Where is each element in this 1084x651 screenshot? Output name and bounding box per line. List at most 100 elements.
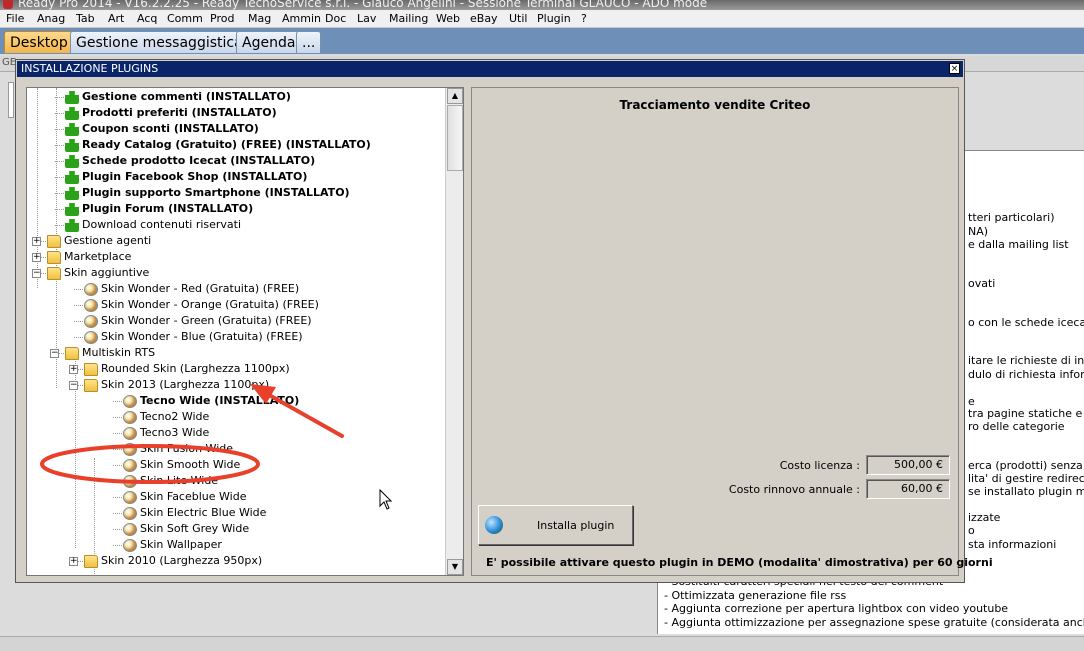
plugin-doc-icon [65,219,79,232]
license-cost-label: Costo licenza : [779,459,860,472]
menu-item-4[interactable]: Acq [137,12,157,25]
install-plugins-dialog: INSTALLAZIONE PLUGINS × Gestione comment… [15,59,993,583]
license-cost-field: 500,00 € [866,455,950,475]
collapse-icon[interactable]: − [50,349,59,358]
scroll-down-icon[interactable]: ▼ [447,559,463,575]
tree-connector [113,497,122,498]
menu-item-5[interactable]: Comm [167,12,203,25]
plugin-title: Tracciamento vendite Criteo [619,98,811,112]
tree-item-label: Skin Wonder - Green (Gratuita) (FREE) [101,314,312,327]
tree-item-label: Tecno2 Wide [140,410,210,423]
menu-item-12[interactable]: Web [436,12,460,25]
menu-item-3[interactable]: Art [108,12,124,25]
tree-item-label: Plugin Forum (INSTALLATO) [82,202,254,215]
changelog-line: - Aggiunta correzione per apertura light… [664,602,1009,615]
tree-connector [55,209,64,210]
tree-item-label: Gestione agenti [64,234,152,247]
tab-bar: Desktop Gestione messaggistica Agenda... [0,28,1084,54]
tab-0[interactable]: Desktop [4,31,74,53]
status-bar [0,636,1084,651]
menu-item-6[interactable]: Prod [210,12,234,25]
menu-item-10[interactable]: Lav [357,12,376,25]
tree-connector [55,113,64,114]
menu-item-2[interactable]: Tab [76,12,95,25]
scroll-thumb[interactable] [447,105,463,171]
window-titlebar: Ready Pro 2014 - V16.2.2.25 - Ready Tecn… [0,0,1084,10]
tree-item-label: Rounded Skin (Larghezza 1100px) [101,362,290,375]
folder-icon [47,267,61,280]
expand-icon[interactable]: + [32,253,41,262]
collapse-icon[interactable]: − [32,269,41,278]
expand-icon[interactable]: + [32,237,41,246]
renewal-cost-label: Costo rinnovo annuale : [728,483,860,496]
background-changelog-list: - Sostituiti caratteri speciali nel test… [657,574,1084,634]
tree-connector [113,465,122,466]
menu-item-0[interactable]: File [6,12,24,25]
changelog-line: - Ottimizzata generazione file rss [664,588,847,602]
folder-icon [47,251,61,264]
skin-icon [84,283,98,296]
skin-icon [123,395,137,408]
close-icon[interactable]: × [949,63,960,74]
tab-2[interactable]: Agenda [236,31,302,53]
tree-item-label: Marketplace [64,250,132,263]
background-panel-line: tra pagine statiche e con [968,407,1084,420]
background-panel-line: erca (prodotti) senza risu [968,459,1084,472]
menu-item-11[interactable]: Mailing [389,12,428,25]
menu-item-1[interactable]: Anag [37,12,65,25]
expand-icon[interactable]: + [69,365,78,374]
collapse-icon[interactable]: − [69,381,78,390]
background-strip-label: GE [2,57,17,68]
tree-item-label: Schede prodotto Icecat (INSTALLATO) [82,154,316,167]
menu-item-14[interactable]: Util [509,12,527,25]
tree-connector [113,481,122,482]
install-plugin-button[interactable]: Installa plugin [478,505,633,545]
menu-item-8[interactable]: Ammin [282,12,321,25]
tab-3[interactable]: ... [296,31,322,53]
tree-item-label: Skin Faceblue Wide [140,490,247,503]
window-title: Ready Pro 2014 - V16.2.2.25 - Ready Tecn… [18,0,708,10]
background-left-field [8,82,14,118]
plugin-icon [65,203,79,216]
background-panel-line: o [968,524,975,537]
scroll-up-icon[interactable]: ▲ [447,88,463,104]
tree-item-label: Skin Wallpaper [140,538,222,551]
tree-item-label: Skin 2010 (Larghezza 950px) [101,554,263,567]
tree-item-label: Download contenuti riservati [82,218,242,231]
tree-item-label: Skin 2013 (Larghezza 1100px) [101,378,270,391]
background-panel-line: e dalla mailing list [968,238,1069,251]
menu-item-16[interactable]: ? [581,12,587,25]
skin-icon [123,507,137,520]
tree-item-label: Skin Smooth Wide [140,458,241,471]
plugin-icon [65,123,79,136]
tree-connector [74,337,83,338]
background-panel-line: dulo di richiesta informazi [968,368,1084,381]
folder-icon [84,555,98,568]
tab-1[interactable]: Gestione messaggistica [70,31,249,53]
plugin-icon [65,155,79,168]
menu-item-9[interactable]: Doc [325,12,346,25]
plugin-icon [65,139,79,152]
plugin-tree[interactable]: Gestione commenti (INSTALLATO) Prodotti p… [26,87,464,576]
tree-item-label: Skin Wonder - Orange (Gratuita) (FREE) [101,298,319,311]
app-icon [3,0,13,9]
dialog-title: INSTALLAZIONE PLUGINS [21,62,159,75]
menu-item-15[interactable]: Plugin [537,12,571,25]
tree-connector [74,289,83,290]
tree-connector [55,193,64,194]
tree-connector [113,417,122,418]
plugin-icon [65,107,79,120]
tree-connector [55,97,64,98]
dialog-titlebar: INSTALLAZIONE PLUGINS × [17,61,963,77]
menu-item-7[interactable]: Mag [248,12,271,25]
background-panel-line: izzate [968,511,1001,524]
skin-icon [123,427,137,440]
skin-icon [123,539,137,552]
skin-icon [84,315,98,328]
background-panel-line: ovati [968,277,996,290]
tree-connector [74,321,83,322]
tree-scrollbar[interactable]: ▲ ▼ [445,88,463,575]
tree-item-label: Plugin supporto Smartphone (INSTALLATO) [82,186,350,199]
menu-item-13[interactable]: eBay [470,12,498,25]
expand-icon[interactable]: + [69,557,78,566]
